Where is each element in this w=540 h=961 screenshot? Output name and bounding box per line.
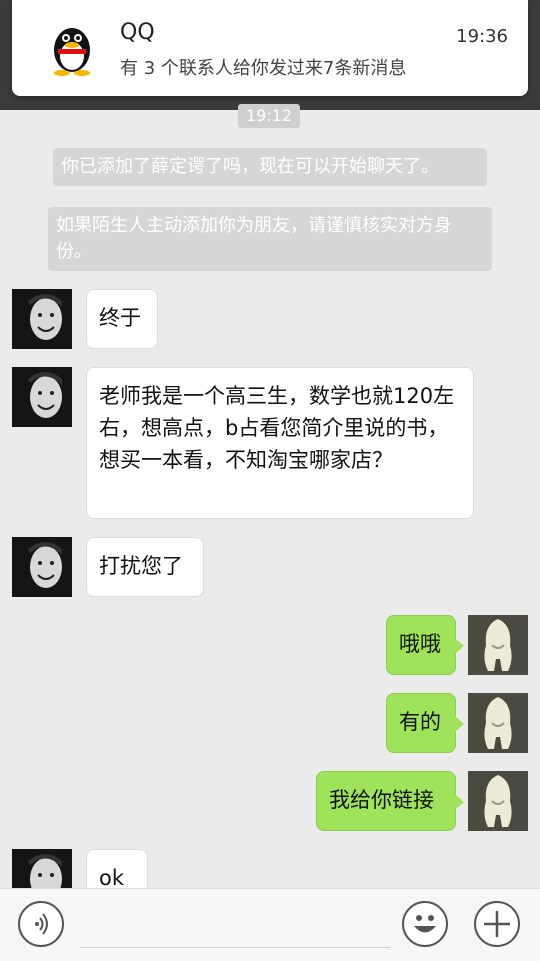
time-separator: 19:12 bbox=[238, 104, 300, 128]
notification-title: QQ bbox=[120, 20, 155, 45]
outgoing-message[interactable]: 哦哦 bbox=[386, 615, 464, 675]
notification-time: 19:36 bbox=[456, 26, 508, 47]
contact-avatar[interactable] bbox=[12, 289, 72, 349]
my-avatar[interactable] bbox=[468, 615, 528, 675]
system-message: 如果陌生人主动添加你为朋友，请谨慎核实对方身份。 bbox=[48, 207, 492, 271]
incoming-message[interactable]: 打扰您了 bbox=[86, 537, 204, 597]
incoming-message[interactable]: 终于 bbox=[86, 289, 158, 349]
emoji-icon bbox=[414, 915, 436, 933]
my-avatar[interactable] bbox=[468, 771, 528, 831]
contact-avatar[interactable] bbox=[12, 537, 72, 597]
emoji-button[interactable] bbox=[402, 901, 448, 947]
my-avatar[interactable] bbox=[468, 693, 528, 753]
incoming-message[interactable]: 老师我是一个高三生，数学也就120左右，想高点，b占看您简介里说的书，想买一本看… bbox=[86, 367, 474, 519]
outgoing-message[interactable]: 我给你链接 bbox=[316, 771, 464, 831]
plus-button[interactable] bbox=[474, 901, 520, 947]
input-bar bbox=[0, 888, 540, 961]
notification-text: 有 3 个联系人给你发过来7条新消息 bbox=[120, 58, 407, 79]
contact-avatar[interactable] bbox=[12, 367, 72, 427]
outgoing-message[interactable]: 有的 bbox=[386, 693, 464, 753]
contact-avatar[interactable] bbox=[12, 849, 72, 888]
system-message: 你已添加了薛定谔了吗，现在可以开始聊天了。 bbox=[53, 148, 487, 186]
voice-button[interactable] bbox=[18, 901, 64, 947]
voice-icon bbox=[35, 913, 48, 935]
message-input[interactable] bbox=[80, 947, 390, 948]
qq-notification[interactable]: QQ 有 3 个联系人给你发过来7条新消息 19:36 bbox=[12, 0, 528, 96]
incoming-message[interactable]: ok bbox=[86, 849, 148, 890]
plus-icon bbox=[484, 911, 510, 937]
qq-penguin-icon bbox=[40, 14, 104, 78]
